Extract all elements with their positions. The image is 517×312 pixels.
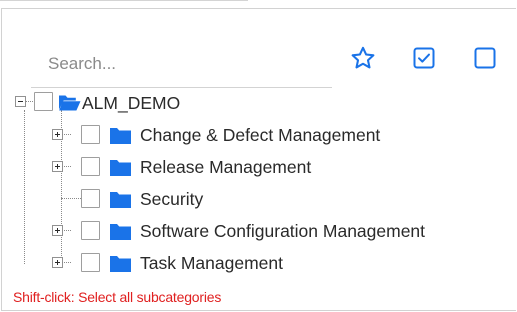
checkbox-category[interactable]	[81, 221, 100, 240]
tree-label[interactable]: Security	[140, 189, 203, 209]
tree-label[interactable]: Software Configuration Management	[140, 221, 425, 241]
folder-icon	[110, 224, 131, 240]
tree-label-root[interactable]: ALM_DEMO	[82, 93, 180, 113]
folder-icon	[110, 192, 131, 208]
search-input[interactable]	[31, 41, 332, 87]
checkbox-category[interactable]	[81, 157, 100, 176]
tree-label[interactable]: Task Management	[140, 253, 283, 273]
top-divider	[0, 0, 248, 1]
checkbox-category[interactable]	[81, 125, 100, 144]
folder-icon	[110, 128, 131, 144]
star-outline-icon	[351, 46, 375, 69]
favorites-button[interactable]	[348, 43, 378, 73]
category-picker-panel: ALM_DEMO Change & Defect Management Rele…	[1, 8, 516, 311]
folder-open-icon	[59, 95, 81, 111]
select-all-button[interactable]	[409, 43, 439, 73]
folder-icon	[110, 160, 131, 176]
shift-click-hint: Shift-click: Select all subcategories	[13, 289, 222, 305]
checkbox-category[interactable]	[81, 189, 100, 208]
tree-connector	[62, 134, 71, 136]
tree-connector	[61, 198, 81, 200]
checked-box-icon	[413, 47, 435, 69]
search-box	[31, 41, 332, 88]
tree-connector	[62, 262, 71, 264]
tree-connector	[24, 110, 26, 264]
folder-icon	[110, 256, 131, 272]
tree-connector	[25, 101, 33, 103]
tree-label[interactable]: Change & Defect Management	[140, 125, 380, 145]
tree-connector	[62, 230, 71, 232]
deselect-all-button[interactable]	[470, 43, 500, 73]
checkbox-category[interactable]	[81, 253, 100, 272]
empty-box-icon	[474, 47, 496, 69]
tree-connector	[62, 166, 71, 168]
tree-label[interactable]: Release Management	[140, 157, 311, 177]
checkbox-alm-demo[interactable]	[34, 92, 53, 111]
